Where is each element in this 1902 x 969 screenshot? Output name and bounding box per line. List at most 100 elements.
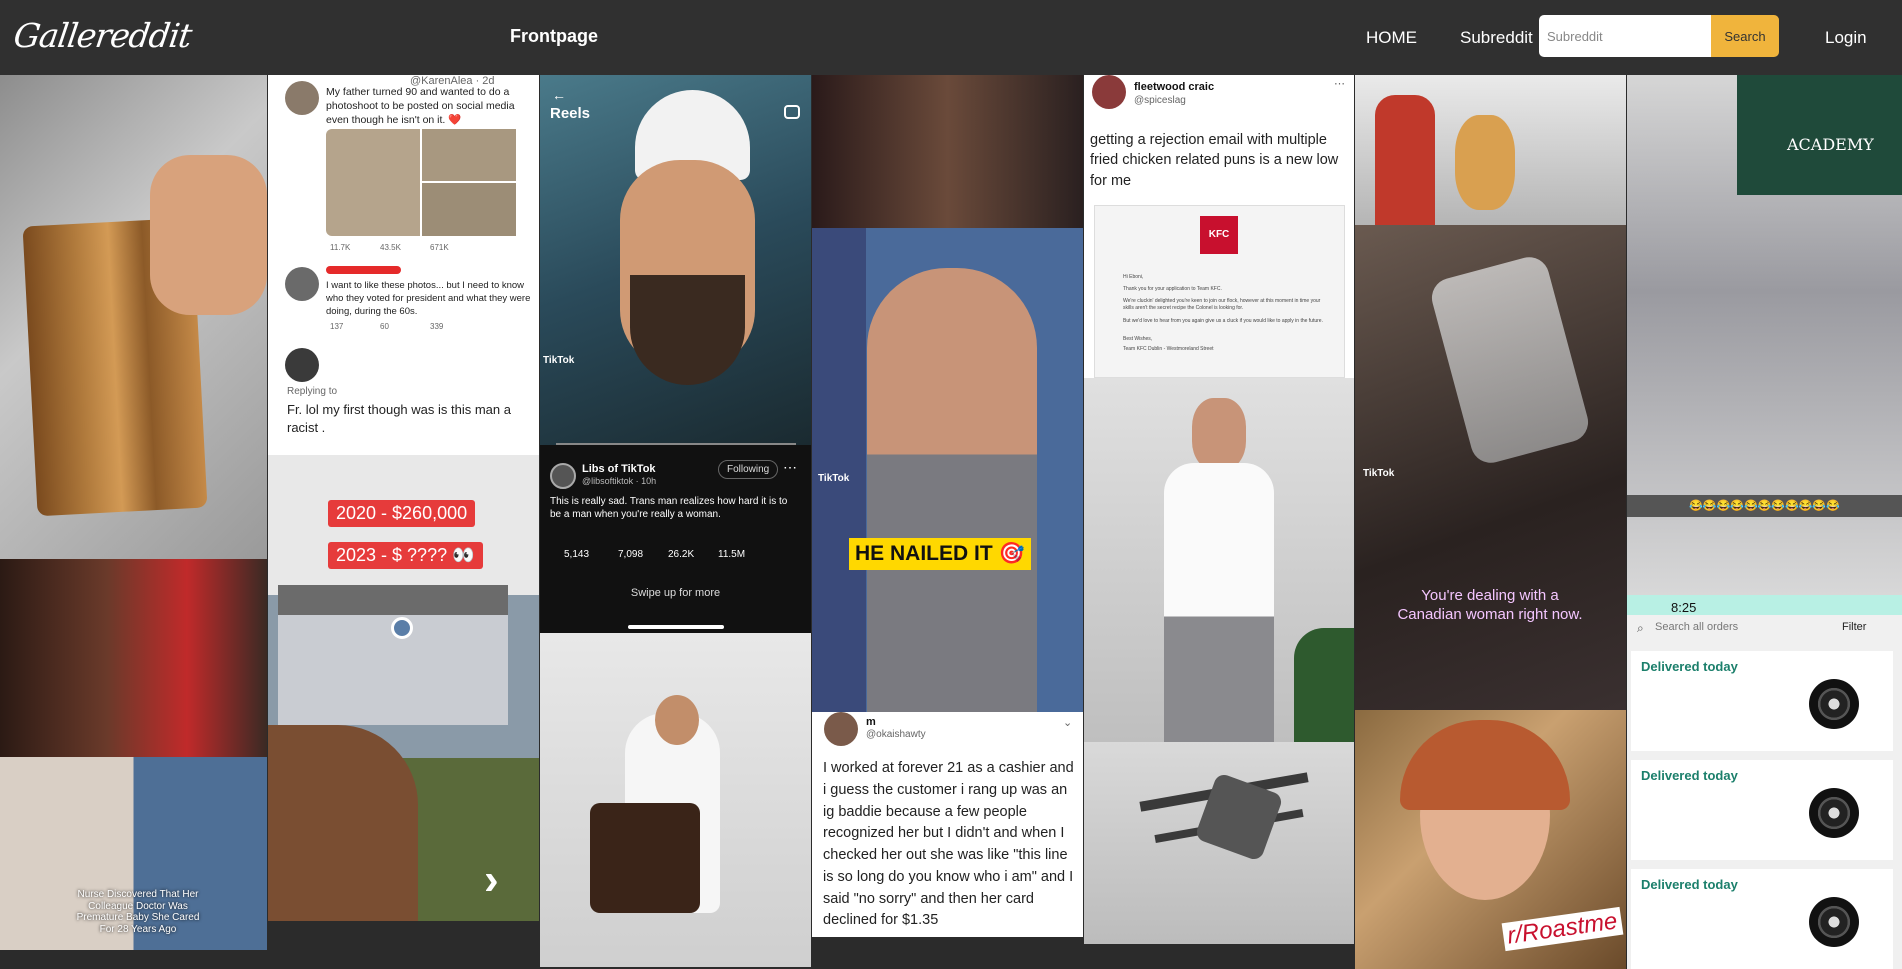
- following-button[interactable]: Following: [718, 460, 779, 479]
- site-logo[interactable]: Gallereddit: [11, 16, 194, 55]
- author-name[interactable]: fleetwood craic: [1134, 81, 1214, 93]
- roastme-sign: r/Roastme: [1501, 906, 1624, 952]
- camera-icon[interactable]: [784, 105, 800, 119]
- movie-scene-post[interactable]: [812, 75, 1083, 228]
- plant-image: [1294, 628, 1354, 742]
- status-time: 8:25: [1671, 600, 1697, 615]
- login-link[interactable]: Login: [1825, 28, 1867, 48]
- guitar-post[interactable]: [1355, 75, 1626, 225]
- search-icon: ⌕: [1637, 621, 1644, 635]
- nurse-post[interactable]: Nurse Discovered That Her Colleague Doct…: [0, 757, 267, 950]
- price-2020: 2020 - $260,000: [328, 500, 476, 527]
- swipe-up-text: Swipe up for more: [630, 587, 721, 599]
- canadian-woman-post[interactable]: TikTok You're dealing with a Canadian wo…: [1355, 225, 1626, 710]
- like-count[interactable]: 339: [430, 322, 443, 331]
- avatar: [1092, 75, 1126, 109]
- reply-text: I want to like these photos... but I nee…: [326, 280, 531, 317]
- more-icon[interactable]: ⋯: [1334, 77, 1345, 90]
- rug-cleaning-post[interactable]: [540, 633, 811, 967]
- beard-image: [630, 275, 745, 385]
- man-body: [1164, 463, 1274, 742]
- tweet-photo: [422, 183, 516, 236]
- tweet-text: I worked at forever 21 as a cashier and …: [823, 760, 1074, 929]
- avatar: [285, 267, 319, 301]
- like-count[interactable]: 26.2K: [668, 549, 694, 560]
- author-handle: @okaishawty: [866, 729, 926, 740]
- man-head: [1192, 398, 1246, 470]
- kirby-post[interactable]: HE NAILED IT 🎯 TikTok: [812, 228, 1083, 712]
- subreddit-search-input[interactable]: [1539, 15, 1711, 57]
- order-card[interactable]: Delivered today: [1631, 760, 1893, 860]
- worker-head: [655, 695, 699, 745]
- wheel-image: [1809, 897, 1859, 947]
- account-avatar[interactable]: [550, 463, 576, 489]
- house-image: [278, 585, 508, 725]
- hair-image: [1400, 720, 1570, 810]
- wheel-image: [1809, 788, 1859, 838]
- author-name[interactable]: m: [866, 716, 876, 728]
- home-link[interactable]: HOME: [1366, 28, 1417, 48]
- roastme-post[interactable]: r/Roastme: [1355, 710, 1626, 969]
- reels-post[interactable]: ← Reels TikTok Libs of TikTok @libsoftik…: [540, 75, 811, 633]
- subreddit-link[interactable]: Subreddit: [1460, 28, 1533, 48]
- retweet-count[interactable]: 60: [380, 322, 389, 331]
- reply-count[interactable]: 11.7K: [330, 243, 350, 252]
- orders-search[interactable]: Search all orders: [1655, 621, 1738, 633]
- person-shirt: [1375, 95, 1435, 225]
- email-line-4: But we'd love to hear from you again giv…: [1123, 318, 1323, 324]
- like-count[interactable]: 671K: [430, 243, 449, 252]
- glass-image: [1427, 252, 1593, 468]
- more-icon[interactable]: ⋯: [783, 459, 797, 476]
- kfc-logo: KFC: [1200, 216, 1238, 254]
- guitar-image: [1455, 115, 1515, 210]
- account-handle: @libsoftiktok · 10h: [582, 476, 657, 486]
- he-nailed-it-caption: HE NAILED IT 🎯: [849, 538, 1031, 570]
- chevron-down-icon[interactable]: ⌄: [1063, 716, 1072, 729]
- order-status: Delivered today: [1641, 877, 1738, 892]
- filter-button[interactable]: Filter: [1842, 621, 1866, 633]
- home-indicator: [628, 625, 724, 629]
- reels-caption: This is really sad. Trans man realizes h…: [550, 496, 788, 520]
- redacted-name: [326, 266, 401, 274]
- order-card[interactable]: Delivered today: [1631, 869, 1893, 969]
- navbar: Gallereddit Frontpage HOME Subreddit Sea…: [0, 0, 1902, 75]
- third-tweet-text: Fr. lol my first though was is this man …: [287, 402, 511, 435]
- order-card[interactable]: Delivered today: [1631, 651, 1893, 751]
- status-bar: [1627, 595, 1902, 615]
- nurse-caption: Nurse Discovered That Her Colleague Doct…: [76, 889, 200, 935]
- tweet-90th-birthday[interactable]: @KarenAlea · 2d My father turned 90 and …: [268, 75, 539, 455]
- cutting-board-post[interactable]: [0, 75, 267, 559]
- email-line-5: Best Wishes,: [1123, 336, 1153, 342]
- back-icon[interactable]: ←: [552, 87, 566, 103]
- tweet-forever21[interactable]: m @okaishawty ⌄ I worked at forever 21 a…: [812, 712, 1083, 937]
- email-line-2: Thank you for your application to Team K…: [1123, 286, 1222, 292]
- account-name[interactable]: Libs of TikTok: [582, 463, 656, 475]
- biplane-post[interactable]: [1084, 742, 1354, 944]
- tiktok-logo: TikTok: [543, 355, 575, 366]
- avatar: [285, 81, 319, 115]
- retweet-count[interactable]: 43.5K: [380, 243, 401, 252]
- reply-count[interactable]: 137: [330, 322, 343, 331]
- tweet-text: getting a rejection email with multiple …: [1090, 132, 1339, 189]
- congress-post[interactable]: [0, 559, 267, 757]
- order-status: Delivered today: [1641, 768, 1738, 783]
- reels-header: Reels: [550, 105, 591, 122]
- tweet-photo: [326, 129, 420, 236]
- academy-brawl-post[interactable]: ACADEMY 😂😂😂😂😂😂😂😂😂😂😂 8:25: [1627, 75, 1902, 615]
- person-face: [268, 725, 418, 921]
- tiktok-logo: TikTok: [818, 473, 850, 484]
- avatar: [824, 712, 858, 746]
- house-post[interactable]: 2020 - $260,000 2023 - $ ???? 👀 ›: [268, 455, 539, 921]
- comment-count[interactable]: 5,143: [564, 549, 589, 560]
- email-screenshot: KFC Hi Eboni, Thank you for your applica…: [1094, 205, 1345, 378]
- tiktok-logo: TikTok: [1363, 468, 1395, 479]
- search-button[interactable]: Search: [1711, 15, 1779, 57]
- tweet-fleetwood[interactable]: fleetwood craic @spiceslag ⋯ getting a r…: [1084, 75, 1354, 378]
- next-arrow-icon[interactable]: ›: [484, 855, 499, 905]
- email-line-1: Hi Eboni,: [1123, 274, 1144, 280]
- retweet-count[interactable]: 7,098: [618, 549, 643, 560]
- email-line-3: We're cluckin' delighted you're keen to …: [1123, 298, 1321, 311]
- store-sign-text: ACADEMY: [1787, 135, 1874, 154]
- progress-bar[interactable]: [556, 443, 796, 445]
- suspenders-post[interactable]: [1084, 378, 1354, 742]
